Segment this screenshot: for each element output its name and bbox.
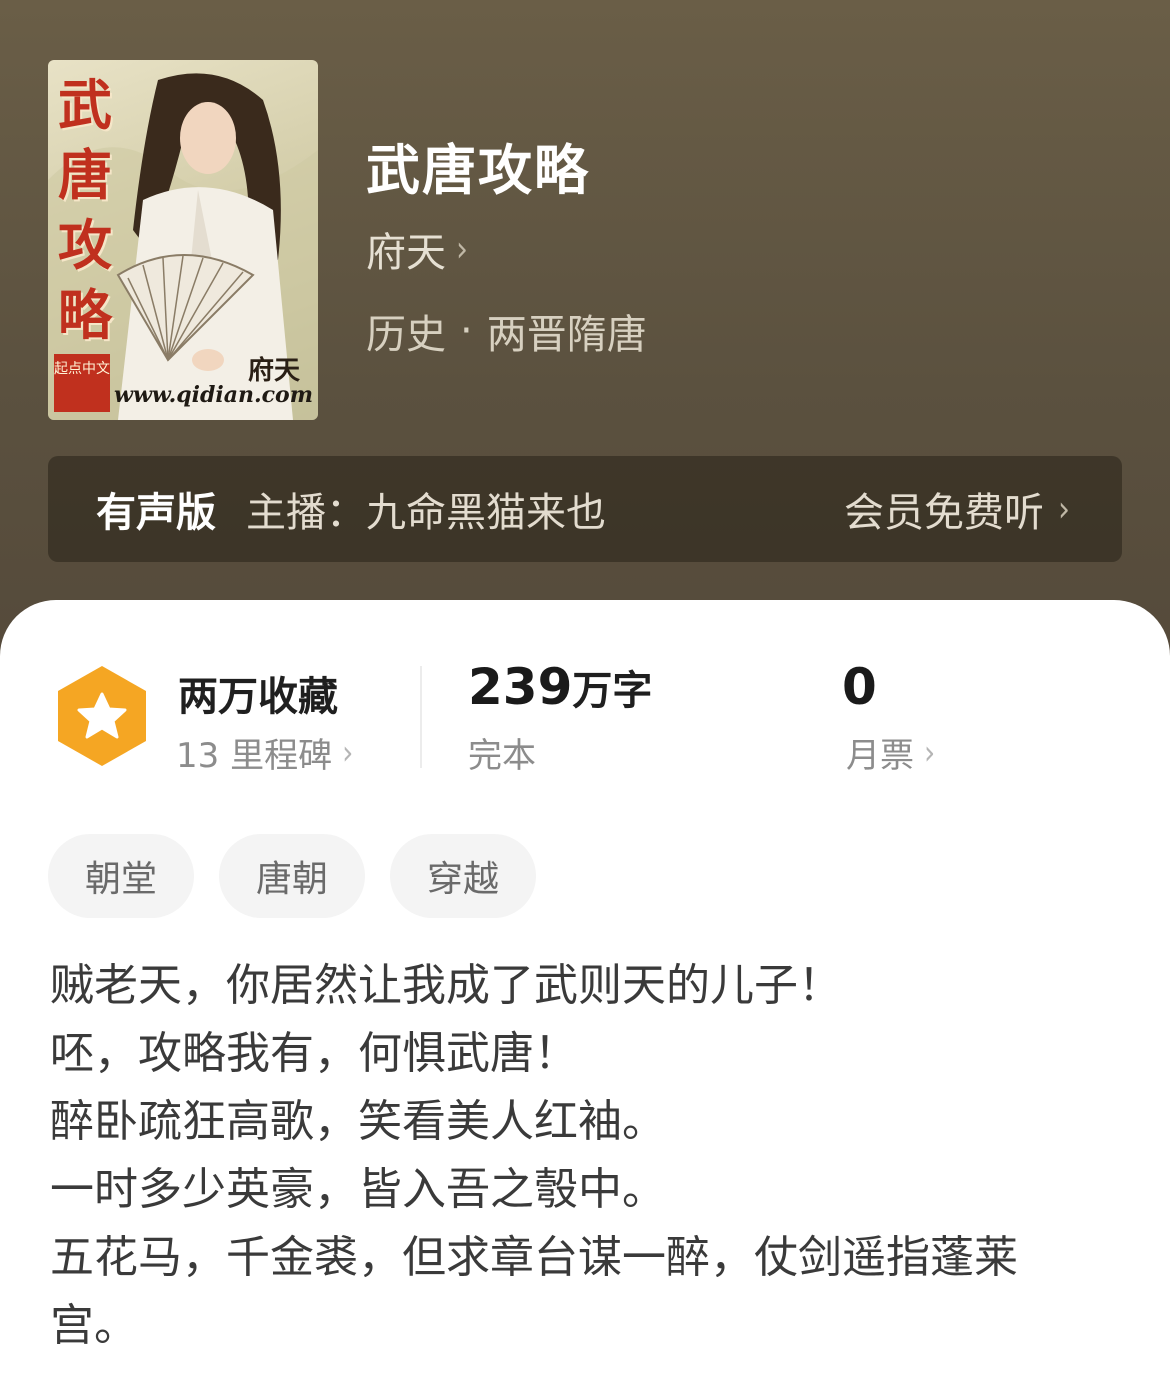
monthly-ticket-number: 0 bbox=[842, 658, 877, 716]
cover-site-watermark: www.qidian.com bbox=[114, 382, 313, 408]
description-line: 呸，攻略我有，何惧武唐！ bbox=[50, 1028, 578, 1079]
monthly-ticket-label: 月票 bbox=[846, 736, 914, 776]
chevron-right-icon: › bbox=[342, 732, 354, 773]
chevron-right-icon: › bbox=[456, 228, 468, 270]
milestone-link[interactable]: 13 里程碑 › bbox=[176, 728, 353, 777]
book-cover[interactable]: 武 唐 攻 略 起点中文 府天 www.qidian.com bbox=[48, 60, 318, 420]
genre-row: 历史 · 两晋隋唐 bbox=[366, 302, 647, 360]
cover-title-char: 唐 bbox=[58, 143, 112, 207]
subcategory-label[interactable]: 两晋隋唐 bbox=[487, 302, 647, 360]
member-free-listen-button[interactable]: 会员免费听 › bbox=[844, 456, 1070, 562]
tag-chip[interactable]: 穿越 bbox=[390, 834, 536, 918]
chevron-right-icon: › bbox=[1058, 488, 1070, 530]
word-count: 239万字 bbox=[468, 658, 652, 716]
monthly-ticket-link[interactable]: 月票 › bbox=[846, 728, 935, 777]
category-label[interactable]: 历史 bbox=[366, 302, 446, 360]
word-count-number: 239 bbox=[468, 658, 573, 716]
monthly-ticket-count: 0 bbox=[842, 658, 877, 716]
description-line: 醉卧疏狂高歌，笑看美人红袖。 bbox=[50, 1096, 666, 1147]
separator-dot: · bbox=[460, 308, 473, 354]
milestone-text: 13 里程碑 bbox=[176, 736, 333, 776]
author-link[interactable]: 府天 › bbox=[366, 224, 468, 276]
tag-chip[interactable]: 唐朝 bbox=[219, 834, 365, 918]
description-line: 贼老天，你居然让我成了武则天的儿子！ bbox=[50, 960, 842, 1011]
member-free-listen-label: 会员免费听 bbox=[844, 490, 1044, 536]
cover-badge: 起点中文 bbox=[54, 354, 110, 412]
tag-chip[interactable]: 朝堂 bbox=[48, 834, 194, 918]
cover-title-char: 攻 bbox=[58, 213, 112, 277]
audio-version-bar[interactable]: 有声版 主播：九命黑猫来也 会员免费听 › bbox=[48, 456, 1122, 562]
audio-host-text: 主播：九命黑猫来也 bbox=[246, 490, 606, 536]
book-title: 武唐攻略 bbox=[366, 139, 590, 202]
author-name: 府天 bbox=[366, 230, 446, 276]
description-line: 宫。 bbox=[50, 1300, 138, 1351]
audio-version-label: 有声版 bbox=[96, 490, 216, 536]
word-count-unit: 万字 bbox=[572, 668, 653, 714]
stats-divider bbox=[420, 666, 422, 768]
description-line: 五花马，千金裘，但求章台谋一醉，仗剑遥指蓬莱 bbox=[50, 1232, 1018, 1283]
collection-count: 两万收藏 bbox=[178, 674, 338, 720]
cover-title-char: 武 bbox=[58, 73, 112, 137]
completion-status: 完本 bbox=[468, 736, 536, 776]
cover-title-char: 略 bbox=[58, 283, 112, 347]
book-description: 贼老天，你居然让我成了武则天的儿子！ 呸，攻略我有，何惧武唐！ 醉卧疏狂高歌，笑… bbox=[50, 952, 1120, 1360]
star-hexagon-icon bbox=[58, 666, 146, 766]
description-line: 一时多少英豪，皆入吾之彀中。 bbox=[50, 1164, 666, 1215]
chevron-right-icon: › bbox=[924, 732, 936, 773]
